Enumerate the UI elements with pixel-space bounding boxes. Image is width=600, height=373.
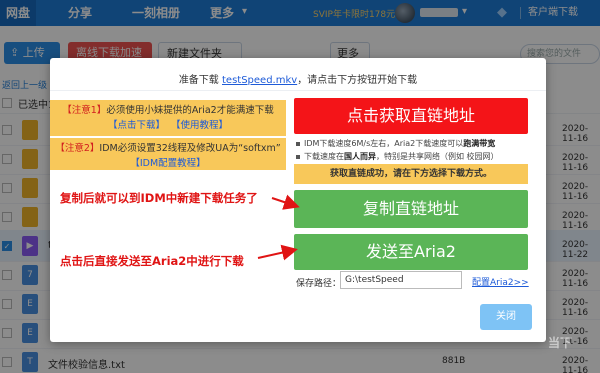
save-path-input[interactable] (340, 271, 462, 289)
success-banner: 获取直链成功，请在下方选择下载方式。 (294, 164, 528, 184)
copy-hint-annotation: 复制后就可以到IDM中新建下载任务了 (60, 191, 258, 205)
divider (50, 90, 546, 91)
dialog-title: 准备下载 testSpeed.mkv，请点击下方按钮开始下载 (178, 75, 418, 86)
note-aria2: 【注意1】必须使用小妹提供的Aria2才能满速下载 【点击下载】 【使用教程】 (50, 100, 286, 136)
speed-info-2: 下载速度在国人而异，特别是共享网络（例如 校园网） (296, 151, 499, 162)
file-link[interactable]: testSpeed.mkv (222, 75, 297, 86)
note-idm: 【注意2】IDM必须设置32线程及修改UA为“softxm” 【IDM配置教程】 (50, 138, 286, 170)
aria2-download-link[interactable]: 【点击下载】 (108, 120, 165, 131)
watermark: 当下 (548, 336, 573, 350)
send-hint-annotation: 点击后直接发送至Aria2中进行下载 (60, 254, 244, 268)
send-to-aria2-button[interactable]: 发送至Aria2 (294, 234, 528, 270)
copy-direct-link-button[interactable]: 复制直链地址 (294, 190, 528, 228)
configure-aria2-link[interactable]: 配置Aria2>> (472, 275, 529, 288)
speed-info: IDM下载速度6M/s左右，Aria2下载速度可以跑满带宽 (296, 138, 495, 149)
bullet-icon (296, 141, 300, 146)
get-direct-link-button[interactable]: 点击获取直链地址 (294, 98, 528, 134)
idm-tutorial-link[interactable]: 【IDM配置教程】 (130, 158, 205, 169)
close-button[interactable]: 关闭 (480, 304, 532, 330)
save-path-label: 保存路径： (296, 279, 342, 289)
bullet-icon (296, 154, 300, 159)
aria2-tutorial-link[interactable]: 【使用教程】 (171, 120, 228, 131)
